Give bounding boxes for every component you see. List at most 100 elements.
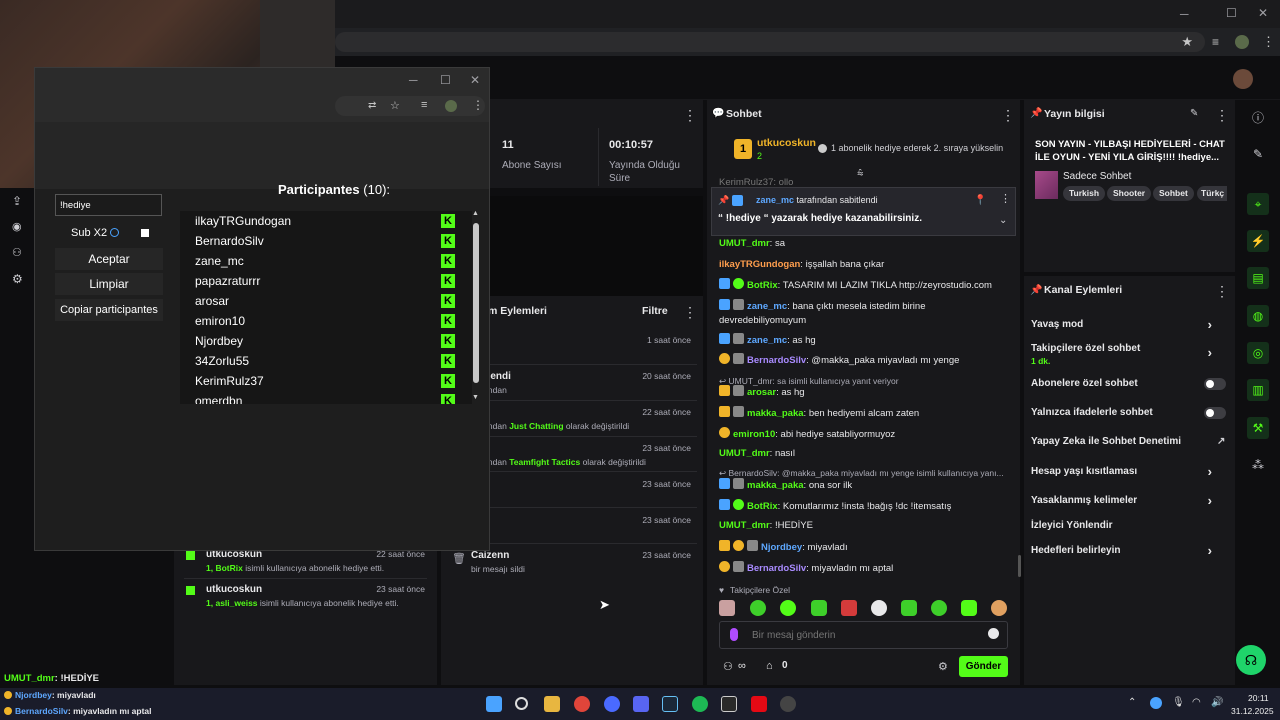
volume-icon[interactable]: 🔊 [1211, 697, 1223, 708]
focus-icon[interactable]: ⌖ [1247, 193, 1269, 215]
subscribers-only-toggle[interactable] [1204, 378, 1226, 390]
translate-icon[interactable]: ⇄ [368, 100, 376, 111]
emote-icon[interactable] [841, 600, 857, 616]
scroll-down-icon[interactable]: ▼ [472, 394, 479, 401]
copy-participants-button[interactable]: Copiar participantes [55, 299, 163, 321]
tray-chevron-icon[interactable]: ⌃ [1128, 697, 1136, 708]
info-icon[interactable] [110, 228, 119, 237]
stats-menu-icon[interactable]: ⋮ [683, 107, 697, 124]
emote-icon[interactable] [811, 600, 827, 616]
scroll-up-icon[interactable]: ▲ [472, 211, 479, 217]
user-avatar[interactable] [1233, 69, 1253, 89]
obs-icon[interactable] [780, 696, 796, 712]
layout-icon[interactable]: ▥ [1247, 379, 1269, 401]
clock-date[interactable]: 31.12.2025 [1231, 706, 1274, 716]
chat-input-box[interactable] [719, 621, 1008, 649]
upload-icon[interactable]: ⇪ [12, 194, 22, 208]
participant-row[interactable]: 34Zorlu55 K [195, 351, 465, 371]
action-account-age[interactable]: Hesap yaşı kısıtlaması › [1031, 464, 1226, 480]
participant-row[interactable]: arosar K [195, 291, 465, 311]
participant-row[interactable]: BernardoSilv K [195, 231, 465, 251]
discord-icon[interactable] [633, 696, 649, 712]
microphone-tray-icon[interactable]: 🎙 [1172, 697, 1185, 708]
participants-scrollbar-thumb[interactable] [473, 223, 479, 383]
bookmark-icon[interactable]: ☆ [390, 99, 400, 112]
emote-icon[interactable] [780, 600, 796, 616]
participant-row[interactable]: zane_mc K [195, 251, 465, 271]
stream-tag[interactable]: Sohbet [1153, 186, 1194, 201]
start-menu-icon[interactable] [486, 696, 502, 712]
sub-x2-checkbox[interactable] [141, 229, 149, 237]
popup-menu-icon[interactable]: ⋮ [472, 98, 484, 112]
info-icon[interactable]: ⓘ [1247, 107, 1269, 129]
chat-icon[interactable]: ◍ [1247, 305, 1269, 327]
document-icon[interactable]: ▤ [1247, 267, 1269, 289]
emote-icon[interactable] [961, 600, 977, 616]
app-icon[interactable] [604, 696, 620, 712]
tray-app-icon[interactable] [1150, 697, 1162, 709]
emote-icon[interactable] [719, 600, 735, 616]
wrench-icon[interactable]: ⚒ [1247, 417, 1269, 439]
unpin-icon[interactable]: 📍 [974, 195, 986, 206]
keyword-input[interactable] [55, 194, 162, 216]
participant-row[interactable]: omerdbn K [195, 391, 465, 404]
channel-actions-menu-icon[interactable]: ⋮ [1215, 283, 1229, 300]
clear-button[interactable]: Limpiar [55, 273, 163, 295]
activity-filter-button[interactable]: Filtre [642, 305, 668, 317]
popup-minimize-button[interactable]: ─ [409, 73, 418, 87]
stream-tag[interactable]: Turkish [1063, 186, 1106, 201]
participant-row[interactable]: Njordbey K [195, 331, 465, 351]
chevron-down-icon[interactable]: ⌄ [999, 215, 1007, 226]
participants-scrollbar-track[interactable]: ▲ ▼ [472, 211, 480, 404]
camera-icon[interactable]: ◉ [12, 220, 22, 233]
action-goals[interactable]: Hedefleri belirleyin › [1031, 543, 1226, 559]
chat-scrollbar[interactable] [1018, 555, 1021, 577]
action-subscribers-only[interactable]: Abonelere özel sohbet [1031, 378, 1226, 392]
popup-maximize-button[interactable]: ☐ [440, 73, 451, 87]
accept-button[interactable]: Aceptar [55, 248, 163, 270]
participant-row[interactable]: ilkayTRGundogan K [195, 211, 465, 231]
bookmark-star-icon[interactable]: ★ [1181, 34, 1193, 50]
emote-icon[interactable] [901, 600, 917, 616]
settings-icon[interactable]: ⚙ [12, 272, 23, 286]
chat-input[interactable] [752, 627, 972, 643]
action-banned-words[interactable]: Yasaklanmış kelimeler › [1031, 493, 1226, 509]
action-emotes-only[interactable]: Yalnızca ifadelerle sohbet [1031, 407, 1226, 421]
action-slow-mode[interactable]: Yavaş mod › [1031, 317, 1226, 333]
stream-tag[interactable]: Türkç [1197, 186, 1227, 201]
search-icon[interactable] [515, 697, 528, 710]
emote-icon[interactable] [991, 600, 1007, 616]
clock-time[interactable]: 20:11 [1248, 693, 1269, 703]
chat-settings-icon[interactable]: ⚙ [938, 660, 948, 673]
epic-games-icon[interactable] [721, 696, 737, 712]
emote-icon[interactable] [931, 600, 947, 616]
broadcast-icon[interactable]: ◎ [1247, 342, 1269, 364]
wifi-icon[interactable]: ◠ [1192, 697, 1201, 708]
netflix-icon[interactable] [751, 696, 767, 712]
file-explorer-icon[interactable] [544, 696, 560, 712]
collapse-icon[interactable]: ⩯ [857, 168, 863, 181]
action-raid[interactable]: İzleyici Yönlendir [1031, 520, 1226, 534]
support-headset-icon[interactable]: ☊ [1236, 645, 1266, 675]
action-followers-only[interactable]: Takipçilere özel sohbet 1 dk. › [1031, 343, 1226, 367]
steam-icon[interactable] [662, 696, 678, 712]
pinned-menu-icon[interactable]: ⋮ [1000, 192, 1011, 205]
participant-row[interactable]: papazraturrr K [195, 271, 465, 291]
points-icon[interactable]: ⚇ [723, 660, 733, 673]
microphone-icon[interactable] [730, 628, 738, 641]
stream-info-menu-icon[interactable]: ⋮ [1215, 107, 1229, 124]
media-control-icon[interactable]: ≡ [1212, 35, 1219, 49]
chat-menu-icon[interactable]: ⋮ [1001, 107, 1015, 124]
window-minimize-button[interactable]: ─ [1180, 7, 1189, 21]
emote-icon[interactable] [871, 600, 887, 616]
spotify-icon[interactable] [692, 696, 708, 712]
lightning-icon[interactable]: ⚡ [1247, 230, 1269, 252]
popup-address-bar[interactable] [335, 96, 485, 116]
chrome-icon[interactable] [574, 696, 590, 712]
window-maximize-button[interactable]: ☐ [1226, 6, 1237, 20]
popup-close-button[interactable]: ✕ [470, 73, 480, 87]
popup-profile-avatar[interactable] [445, 100, 457, 112]
store-icon[interactable]: ⌂ [766, 660, 773, 672]
stream-tag[interactable]: Shooter [1107, 186, 1152, 201]
action-ai-moderation[interactable]: Yapay Zeka ile Sohbet Denetimi ↗ [1031, 436, 1226, 450]
